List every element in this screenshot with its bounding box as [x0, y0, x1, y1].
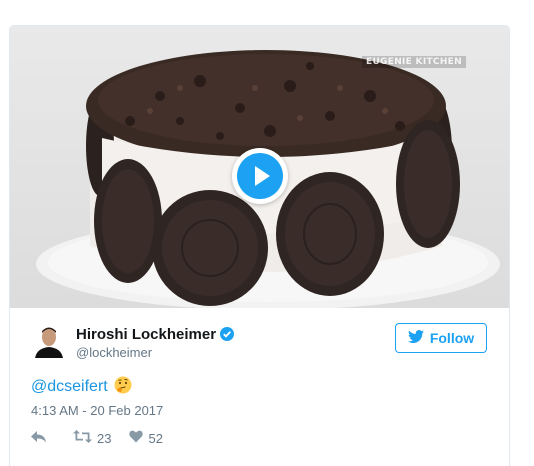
- like-count: 52: [148, 430, 163, 446]
- tweet-actions: 23 52: [31, 428, 163, 448]
- twitter-bird-icon: [407, 330, 424, 346]
- play-button[interactable]: [232, 148, 288, 204]
- watermark-label: EUGENIE KITCHEN: [362, 56, 466, 68]
- reply-icon: [31, 430, 47, 446]
- tweet-text: @dcseifert: [31, 376, 132, 396]
- mention-link[interactable]: @dcseifert: [31, 378, 108, 395]
- verified-badge-icon: [220, 327, 235, 341]
- follow-label: Follow: [429, 330, 475, 346]
- heart-icon: [129, 430, 144, 446]
- tweet-card: EUGENIE KITCHEN Hiroshi Lockheimer @lock…: [9, 25, 510, 466]
- author-name-row: Hiroshi Lockheimer: [76, 326, 235, 346]
- reply-button[interactable]: [31, 430, 47, 446]
- video-preview[interactable]: EUGENIE KITCHEN: [10, 26, 509, 308]
- tweet-timestamp[interactable]: 4:13 AM - 20 Feb 2017: [31, 403, 163, 418]
- play-icon: [237, 153, 283, 199]
- user-handle[interactable]: @lockheimer: [76, 345, 152, 360]
- retweet-button[interactable]: 23: [73, 430, 111, 446]
- thinking-face-emoji: [114, 376, 132, 394]
- retweet-icon: [73, 430, 92, 446]
- display-name[interactable]: Hiroshi Lockheimer: [76, 326, 216, 343]
- avatar[interactable]: [31, 322, 67, 358]
- follow-button[interactable]: Follow: [395, 323, 487, 353]
- retweet-count: 23: [97, 430, 112, 446]
- like-button[interactable]: 52: [129, 430, 163, 446]
